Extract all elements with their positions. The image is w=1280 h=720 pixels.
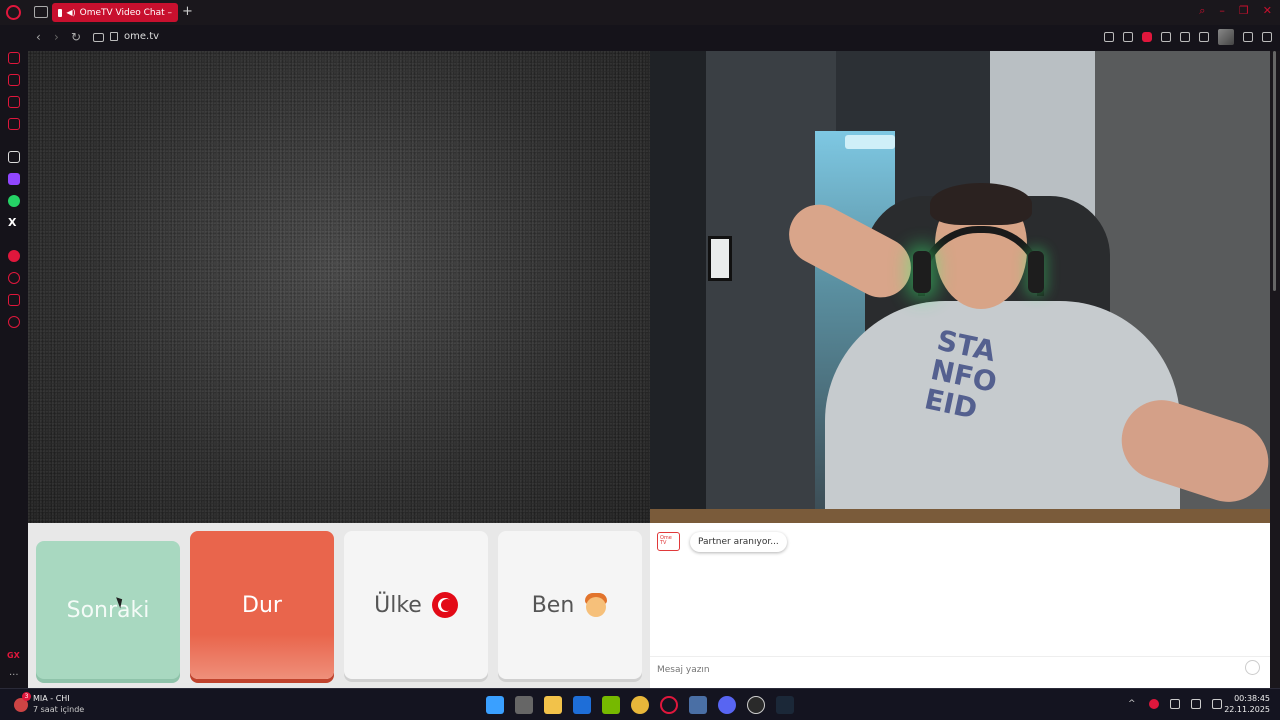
volume-icon[interactable] — [1212, 699, 1222, 709]
me-label: Ben — [531, 592, 575, 618]
app-icon[interactable] — [689, 696, 707, 714]
toolbar-icons — [1104, 29, 1272, 45]
notification-badge: 3 — [22, 692, 31, 701]
ometv-favicon-icon — [58, 8, 63, 17]
camera-icon[interactable] — [93, 33, 104, 42]
taskbar-apps — [486, 696, 794, 714]
date: 22.11.2025 — [1224, 705, 1270, 714]
country-button[interactable]: Ülke — [344, 531, 488, 679]
minimize-icon[interactable]: – — [1219, 4, 1225, 18]
next-button[interactable]: Sonraki — [36, 541, 180, 679]
search-icon[interactable]: ⌕ — [1199, 4, 1205, 18]
extensions-icon[interactable] — [8, 294, 20, 306]
browser-sidebar: X GX ··· — [0, 25, 28, 688]
page-scrollbar[interactable] — [1270, 51, 1280, 688]
outlook-icon[interactable] — [573, 696, 591, 714]
speaker-icon[interactable]: ◀) — [66, 8, 75, 17]
maximize-icon[interactable]: ❐ — [1239, 4, 1249, 18]
more-icon[interactable]: ··· — [9, 670, 19, 681]
display-icon[interactable] — [1191, 699, 1201, 709]
heart-icon[interactable] — [1199, 32, 1209, 42]
opera-gx-icon[interactable] — [660, 696, 678, 714]
system-tray: ^ — [1128, 699, 1222, 709]
address-bar: ‹ › ↻ ome.tv — [28, 25, 1280, 51]
play-icon[interactable] — [1180, 32, 1190, 42]
stop-label: Dur — [242, 592, 282, 618]
music-icon[interactable] — [8, 250, 20, 262]
file-explorer-icon[interactable] — [544, 696, 562, 714]
github-icon[interactable] — [747, 696, 765, 714]
me-button[interactable]: Ben — [498, 531, 642, 679]
steam-icon[interactable] — [776, 696, 794, 714]
opera-logo-icon[interactable] — [6, 5, 21, 20]
widget-title[interactable]: MIA - CHI — [33, 694, 70, 703]
start-icon[interactable] — [486, 696, 504, 714]
clock[interactable]: 00:38:45 22.11.2025 — [1224, 693, 1270, 715]
message-input[interactable] — [650, 656, 1270, 682]
window-controls: ⌕ – ❐ ✕ — [1199, 4, 1272, 18]
next-label: Sonraki — [66, 597, 150, 623]
whatsapp-icon[interactable] — [8, 195, 20, 207]
chat-panel: Ome TV Partner aranıyor... — [650, 523, 1270, 688]
workspaces-icon[interactable] — [34, 6, 48, 18]
url-field[interactable]: ome.tv — [124, 31, 159, 42]
stop-button[interactable]: Dur — [190, 531, 334, 679]
pin-icon[interactable] — [1104, 32, 1114, 42]
country-label: Ülke — [374, 592, 422, 618]
boy-emoji-icon — [584, 592, 608, 618]
widget-subtitle: 7 saat içinde — [33, 705, 85, 714]
turkey-flag-icon — [431, 592, 458, 618]
tab-title: OmeTV Video Chat – — [79, 7, 172, 18]
partner-video-static — [28, 51, 650, 523]
discord-icon[interactable] — [718, 696, 736, 714]
news-icon[interactable] — [8, 118, 20, 130]
time: 00:38:45 — [1234, 694, 1270, 703]
profile-avatar[interactable] — [1218, 29, 1234, 45]
reload-icon[interactable]: ↻ — [71, 30, 81, 44]
back-icon[interactable]: ‹ — [36, 30, 41, 44]
nvidia-icon[interactable] — [602, 696, 620, 714]
bag-icon[interactable] — [8, 74, 20, 86]
browser-tab-bar: ◀) OmeTV Video Chat – + ⌕ – ❐ ✕ — [0, 0, 1280, 25]
forward-icon[interactable]: › — [54, 30, 59, 44]
twitch-icon[interactable] — [8, 173, 20, 185]
settings-icon[interactable] — [8, 316, 20, 328]
close-icon[interactable]: ✕ — [1263, 4, 1272, 18]
chevron-up-icon[interactable]: ^ — [1128, 699, 1138, 709]
refresh-sidebar-icon[interactable] — [8, 52, 20, 64]
status-message: Partner aranıyor... — [690, 532, 787, 552]
aria-icon[interactable] — [8, 151, 20, 163]
x-icon[interactable]: X — [8, 216, 20, 229]
monitor-in-room — [708, 236, 732, 281]
history-icon[interactable] — [8, 272, 20, 284]
new-tab-button[interactable]: + — [182, 4, 193, 19]
task-view-icon[interactable] — [515, 696, 533, 714]
download-icon[interactable] — [1243, 32, 1253, 42]
lock-icon[interactable] — [110, 32, 118, 41]
menu-icon[interactable] — [1262, 32, 1272, 42]
twitch-gx-icon[interactable] — [8, 96, 20, 108]
snapshot-icon[interactable] — [1123, 32, 1133, 42]
ometv-logo-icon: Ome TV — [657, 532, 680, 551]
emoji-icon[interactable] — [1245, 660, 1260, 675]
windows-taskbar: 3 MIA - CHI 7 saat içinde ^ 00:38:45 22.… — [0, 688, 1280, 720]
microphone-icon[interactable] — [1170, 699, 1180, 709]
tray-app-icon[interactable] — [1149, 699, 1159, 709]
chrome-icon[interactable] — [631, 696, 649, 714]
self-camera-video: STA NFO EID — [650, 51, 1270, 523]
tab-ometv[interactable]: ◀) OmeTV Video Chat – — [52, 3, 178, 22]
gx-icon[interactable]: GX — [7, 651, 20, 660]
translate-icon[interactable] — [1161, 32, 1171, 42]
shield-icon[interactable] — [1142, 32, 1152, 42]
